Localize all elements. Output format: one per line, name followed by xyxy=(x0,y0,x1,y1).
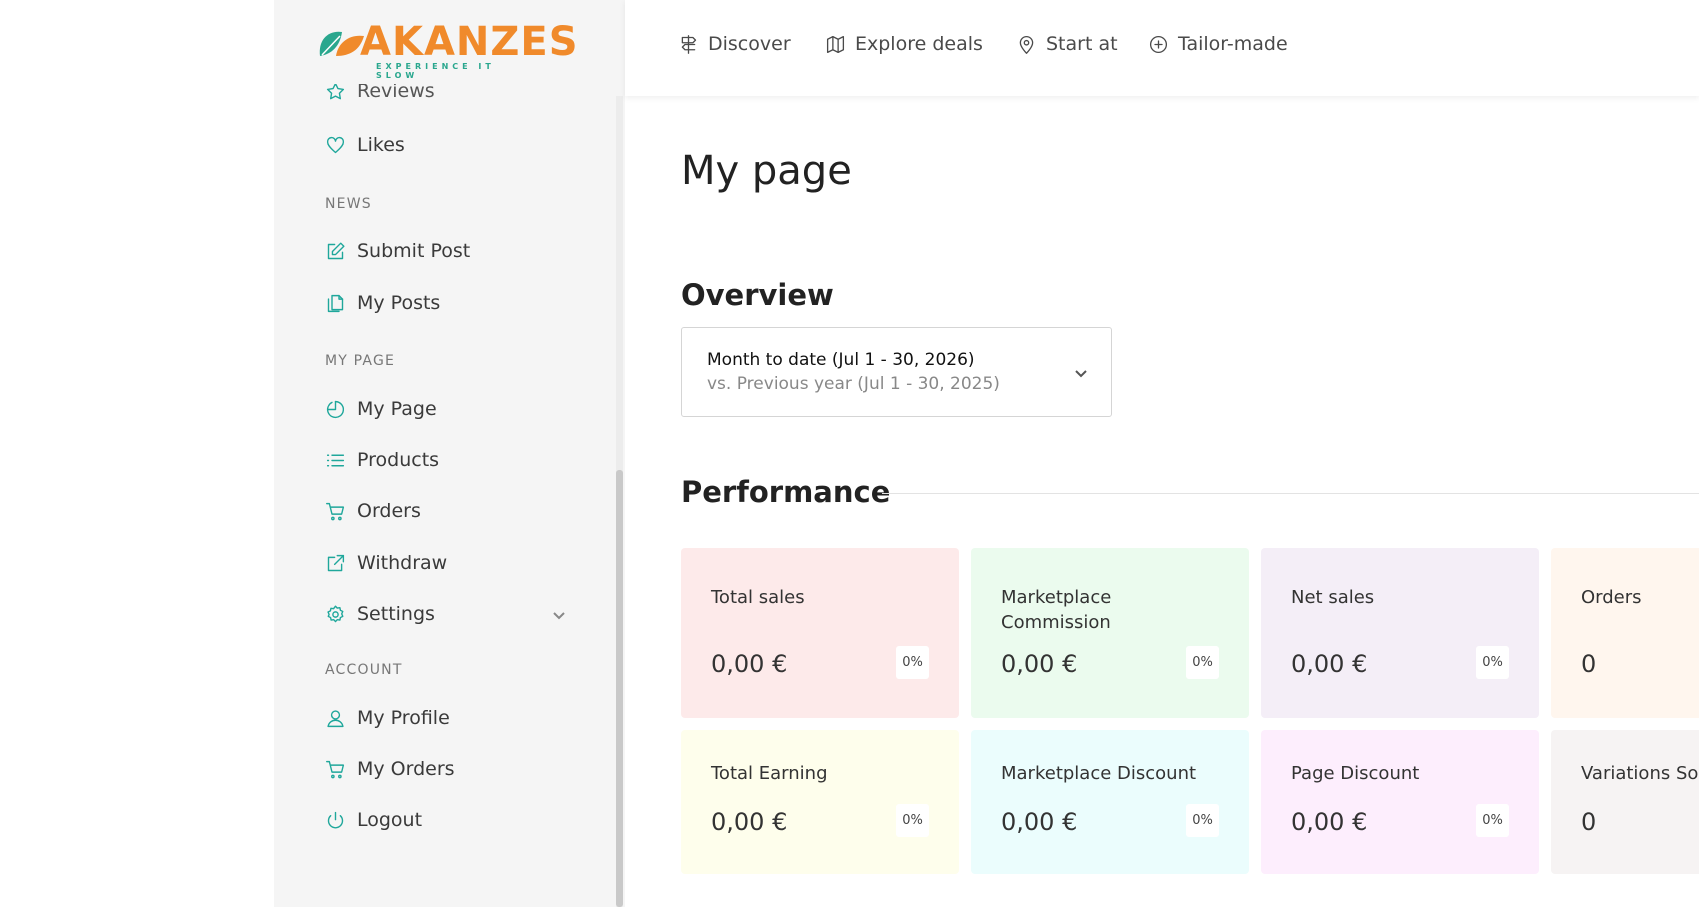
performance-heading: Performance xyxy=(681,475,891,509)
stat-card-variations-sold: Variations Sold 0 xyxy=(1551,730,1699,874)
plus-circle-icon xyxy=(1149,35,1168,53)
gear-icon xyxy=(324,603,346,625)
stat-label: Marketplace Discount xyxy=(1001,763,1197,784)
section-label-my-page: MY PAGE xyxy=(325,353,396,369)
sidebar-item-my-profile[interactable]: My Profile xyxy=(324,703,450,733)
sidebar-item-label: Reviews xyxy=(357,84,435,102)
page-title: My page xyxy=(681,148,852,194)
section-label-news: NEWS xyxy=(325,196,372,212)
stat-card-marketplace-commission: Marketplace Commission 0,00 € 0% xyxy=(971,548,1249,718)
performance-divider xyxy=(882,493,1699,494)
stat-label: Total Earning xyxy=(711,763,828,784)
sidebar-item-label: Likes xyxy=(357,134,405,156)
stat-change-badge: 0% xyxy=(896,646,929,679)
sidebar-item-likes[interactable]: Likes xyxy=(324,130,405,160)
stat-card-net-sales: Net sales 0,00 € 0% xyxy=(1261,548,1539,718)
brand-logo[interactable]: AKANZES EXPERIENCE IT SLOW xyxy=(316,20,578,80)
map-icon xyxy=(826,35,845,53)
sidebar-item-label: Products xyxy=(357,449,440,471)
sidebar-item-my-orders[interactable]: My Orders xyxy=(324,754,455,784)
sidebar-item-label: My Page xyxy=(357,398,437,420)
power-icon xyxy=(324,809,346,831)
overview-heading: Overview xyxy=(681,278,834,312)
signpost-icon xyxy=(681,34,697,54)
sidebar-scrollbar-thumb[interactable] xyxy=(616,470,623,907)
stat-card-total-sales: Total sales 0,00 € 0% xyxy=(681,548,959,718)
nav-label: Start at xyxy=(1046,33,1118,55)
sidebar-item-label: Logout xyxy=(357,809,423,831)
sidebar-item-reviews[interactable]: Reviews xyxy=(324,84,435,102)
sidebar-item-label: My Orders xyxy=(357,758,455,780)
user-icon xyxy=(324,707,346,729)
external-link-icon xyxy=(324,552,346,574)
stat-card-page-discount: Page Discount 0,00 € 0% xyxy=(1261,730,1539,874)
sidebar-item-label: Settings xyxy=(357,603,435,625)
stat-card-orders: Orders 0 xyxy=(1551,548,1699,718)
sidebar-item-label: My Profile xyxy=(357,707,450,729)
stat-change-badge: 0% xyxy=(1476,646,1509,679)
pie-chart-icon xyxy=(324,398,346,420)
sidebar-item-label: Submit Post xyxy=(357,240,471,262)
chevron-down-icon xyxy=(1073,365,1089,381)
stat-card-total-earning: Total Earning 0,00 € 0% xyxy=(681,730,959,874)
cart-icon xyxy=(324,758,346,780)
stat-value: 0,00 € xyxy=(1001,650,1078,678)
sidebar-item-label: My Posts xyxy=(357,292,441,314)
nav-label: Explore deals xyxy=(855,33,983,55)
nav-start-at[interactable]: Start at xyxy=(1016,33,1118,55)
sidebar-item-products[interactable]: Products xyxy=(324,445,439,475)
nav-label: Discover xyxy=(708,33,791,55)
stat-value: 0,00 € xyxy=(711,650,788,678)
date-range-select[interactable]: Month to date (Jul 1 - 30, 2026) vs. Pre… xyxy=(681,327,1112,417)
date-range-current: Month to date (Jul 1 - 30, 2026) xyxy=(707,350,975,370)
stat-change-badge: 0% xyxy=(1186,804,1219,837)
stat-value: 0,00 € xyxy=(1291,808,1368,836)
sidebar-item-logout[interactable]: Logout xyxy=(324,805,422,835)
nav-discover[interactable]: Discover xyxy=(678,33,791,55)
sidebar-item-submit-post[interactable]: Submit Post xyxy=(324,236,470,266)
stat-change-badge: 0% xyxy=(1186,646,1219,679)
section-label-account: ACCOUNT xyxy=(325,662,403,678)
brand-wordmark: AKANZES xyxy=(360,19,579,65)
date-range-compare: vs. Previous year (Jul 1 - 30, 2025) xyxy=(707,374,1000,394)
sidebar-item-label: Orders xyxy=(357,500,421,522)
brand-tagline: EXPERIENCE IT SLOW xyxy=(376,62,495,80)
nav-tailor-made[interactable]: Tailor-made xyxy=(1148,33,1288,55)
stat-card-marketplace-discount: Marketplace Discount 0,00 € 0% xyxy=(971,730,1249,874)
nav-explore-deals[interactable]: Explore deals xyxy=(825,33,983,55)
stat-label: Page Discount xyxy=(1291,763,1420,784)
stat-label: Net sales xyxy=(1291,587,1375,608)
list-icon xyxy=(324,449,346,471)
stat-value: 0,00 € xyxy=(1291,650,1368,678)
heart-icon xyxy=(324,134,346,156)
settings-chevron-down-icon[interactable] xyxy=(551,607,567,623)
sidebar-item-my-page[interactable]: My Page xyxy=(324,394,437,424)
sidebar-item-withdraw[interactable]: Withdraw xyxy=(324,548,447,578)
sidebar-item-my-posts[interactable]: My Posts xyxy=(324,288,440,318)
documents-icon xyxy=(324,292,346,314)
stat-change-badge: 0% xyxy=(1476,804,1509,837)
stat-value: 0 xyxy=(1581,650,1597,678)
star-icon xyxy=(324,84,346,102)
edit-icon xyxy=(324,240,346,262)
sidebar: AKANZES EXPERIENCE IT SLOW Reviews Likes… xyxy=(274,0,625,907)
stat-label: Marketplace Commission xyxy=(1001,587,1112,633)
app-root: AKANZES EXPERIENCE IT SLOW Reviews Likes… xyxy=(0,0,1699,907)
leaf-logo-icon xyxy=(319,31,364,56)
stat-change-badge: 0% xyxy=(896,804,929,837)
location-pin-icon xyxy=(1019,35,1034,54)
stat-label: Orders xyxy=(1581,587,1642,608)
nav-label: Tailor-made xyxy=(1178,33,1288,55)
stat-label: Variations Sold xyxy=(1581,763,1699,784)
stat-value: 0 xyxy=(1581,808,1597,836)
sidebar-item-label: Withdraw xyxy=(357,552,448,574)
cart-icon xyxy=(324,500,346,522)
stat-value: 0,00 € xyxy=(1001,808,1078,836)
stat-value: 0,00 € xyxy=(711,808,788,836)
sidebar-item-settings[interactable]: Settings xyxy=(324,599,435,629)
stat-label: Total sales xyxy=(711,587,805,608)
sidebar-item-orders[interactable]: Orders xyxy=(324,496,421,526)
